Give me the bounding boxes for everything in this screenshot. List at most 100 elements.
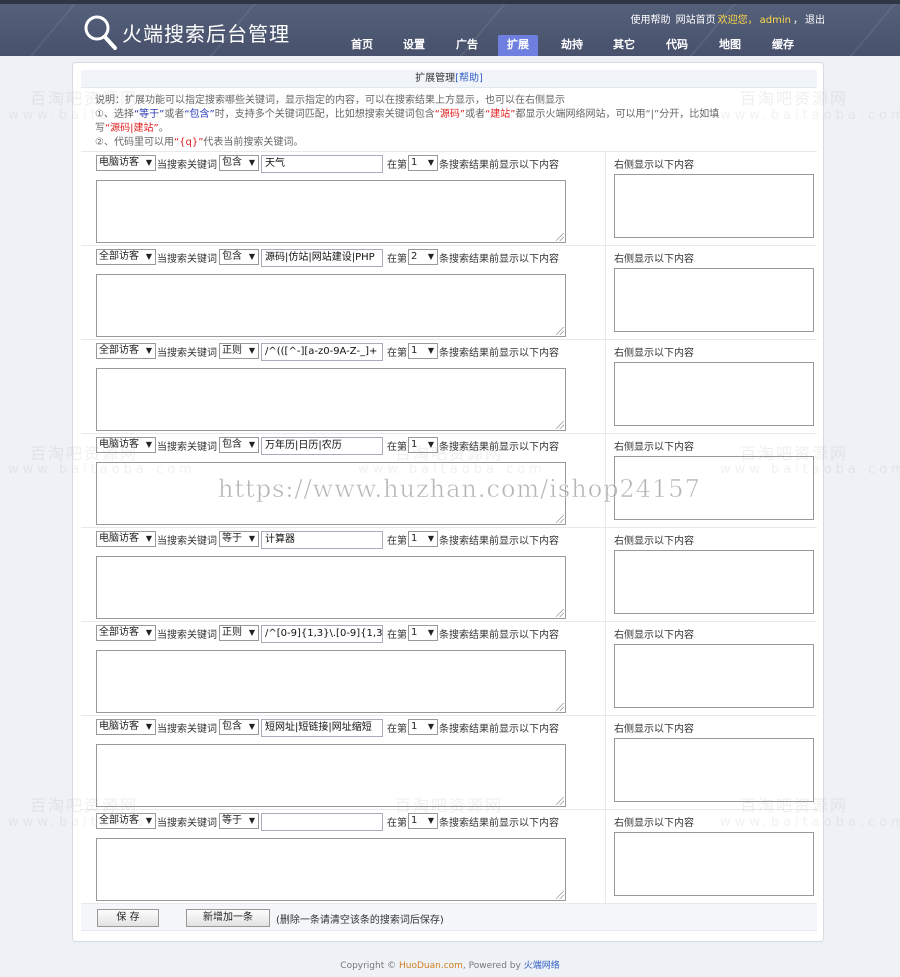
top-content-textarea[interactable] [96, 274, 566, 337]
save-button[interactable]: 保 存 [97, 909, 159, 927]
top-content-textarea[interactable] [96, 462, 566, 525]
visitor-select[interactable]: 全部访客 ▼ [96, 625, 156, 641]
desc-text: ②、代码里可以用 [95, 137, 174, 148]
dropdown-arrow-icon: ▼ [145, 346, 152, 355]
nav-cache[interactable]: 缓存 [763, 35, 803, 56]
header-decoration [1, 4, 81, 56]
visitor-select[interactable]: 电脑访客 ▼ [96, 155, 156, 171]
position-value: 1 [411, 533, 418, 544]
site-link[interactable]: HuoDuan.com [399, 961, 463, 971]
right-content-textarea[interactable] [614, 174, 814, 238]
visitor-select[interactable]: 全部访客 ▼ [96, 249, 156, 265]
nav-other[interactable]: 其它 [604, 35, 644, 56]
match-type-select[interactable]: 等于 ▼ [219, 531, 259, 547]
separator-text: ， [793, 15, 803, 26]
visitor-select[interactable]: 全部访客 ▼ [96, 343, 156, 359]
match-type-select[interactable]: 正则 ▼ [219, 625, 259, 641]
match-type-select[interactable]: 正则 ▼ [219, 343, 259, 359]
add-rule-button[interactable]: 新增加一条 [186, 909, 270, 927]
top-content-textarea[interactable] [96, 744, 566, 807]
dropdown-arrow-icon: ▼ [248, 722, 255, 731]
nav-sitemap[interactable]: 地图 [710, 35, 750, 56]
position-select[interactable]: 1 ▼ [408, 437, 438, 453]
keyword-input[interactable]: 短网址|短链接|网址缩短 [261, 719, 383, 737]
keyword-input[interactable]: 源码|仿站|网站建设|PHP [261, 249, 383, 267]
resize-grip-icon[interactable] [556, 515, 564, 523]
panel-help-link[interactable]: [帮助] [455, 73, 483, 84]
top-content-textarea[interactable] [96, 838, 566, 901]
desc-text: 代表当前搜索关键词。 [203, 137, 304, 148]
position-label: 在第 [387, 818, 407, 829]
top-content-textarea[interactable] [96, 556, 566, 619]
show-before-label: 条搜索结果前显示以下内容 [439, 254, 559, 265]
keyword-input[interactable]: 天气 [261, 155, 383, 173]
username-link[interactable]: admin [760, 15, 791, 26]
match-type-select[interactable]: 包含 ▼ [219, 249, 259, 265]
nav-home[interactable]: 首页 [342, 35, 382, 56]
nav-extensions[interactable]: 扩展 [498, 35, 538, 56]
match-type-value: 包含 [222, 439, 242, 450]
keyword-input[interactable]: /^(([^-][a-z0-9A-Z-_]+ [261, 343, 383, 361]
right-content-textarea[interactable] [614, 832, 814, 896]
when-search-label: 当搜索关键词 [157, 724, 217, 735]
match-type-select[interactable]: 包含 ▼ [219, 719, 259, 735]
match-type-select[interactable]: 包含 ▼ [219, 155, 259, 171]
visitor-select[interactable]: 电脑访客 ▼ [96, 531, 156, 547]
rule-row: 电脑访客 ▼ 当搜索关键词 包含 ▼ 万年历|日历|农历 在第 1 ▼ 条搜索结果前显示以下内容右… [81, 433, 817, 528]
nav-hijack[interactable]: 劫持 [552, 35, 592, 56]
match-type-value: 包含 [222, 157, 242, 168]
when-search-label: 当搜索关键词 [157, 254, 217, 265]
right-content-textarea[interactable] [614, 456, 814, 520]
keyword-input[interactable]: /^[0-9]{1,3}\.[0-9]{1,3}\ [261, 625, 383, 643]
when-search-label: 当搜索关键词 [157, 818, 217, 829]
site-home-link[interactable]: 网站首页 [676, 15, 716, 26]
nav-ads[interactable]: 广告 [447, 35, 487, 56]
right-content-textarea[interactable] [614, 550, 814, 614]
keyword-input[interactable] [261, 813, 383, 831]
position-select[interactable]: 1 ▼ [408, 343, 438, 359]
position-select[interactable]: 1 ▼ [408, 625, 438, 641]
header-bar: 火端搜索后台管理 使用帮助 网站首页 欢迎您， admin，退出 首页 设置 广告 … [0, 0, 900, 56]
match-type-select[interactable]: 包含 ▼ [219, 437, 259, 453]
dropdown-arrow-icon: ▼ [427, 252, 434, 261]
match-type-select[interactable]: 等于 ▼ [219, 813, 259, 829]
description: 说明：扩展功能可以指定搜索哪些关键词，显示指定的内容，可以在搜索结果上方显示，也… [95, 94, 795, 150]
keyword-input[interactable]: 计算器 [261, 531, 383, 549]
top-content-textarea[interactable] [96, 180, 566, 243]
visitor-select[interactable]: 电脑访客 ▼ [96, 719, 156, 735]
keyword-input[interactable]: 万年历|日历|农历 [261, 437, 383, 455]
resize-grip-icon[interactable] [556, 891, 564, 899]
when-search-label: 当搜索关键词 [157, 442, 217, 453]
visitor-select[interactable]: 全部访客 ▼ [96, 813, 156, 829]
position-select[interactable]: 2 ▼ [408, 249, 438, 265]
visitor-select[interactable]: 电脑访客 ▼ [96, 437, 156, 453]
right-content-textarea[interactable] [614, 644, 814, 708]
resize-grip-icon[interactable] [556, 703, 564, 711]
nav-code[interactable]: 代码 [657, 35, 697, 56]
nav-settings[interactable]: 设置 [394, 35, 434, 56]
help-link[interactable]: 使用帮助 [630, 15, 670, 26]
position-label: 在第 [387, 536, 407, 547]
position-select[interactable]: 1 ▼ [408, 719, 438, 735]
top-content-textarea[interactable] [96, 650, 566, 713]
logout-link[interactable]: 退出 [805, 15, 825, 26]
dropdown-arrow-icon: ▼ [248, 346, 255, 355]
desc-text: 写 [95, 123, 105, 134]
dropdown-arrow-icon: ▼ [145, 722, 152, 731]
right-content-textarea[interactable] [614, 268, 814, 332]
top-content-textarea[interactable] [96, 368, 566, 431]
resize-grip-icon[interactable] [556, 797, 564, 805]
resize-grip-icon[interactable] [556, 327, 564, 335]
brand-link[interactable]: 火端网络 [524, 961, 560, 971]
position-select[interactable]: 1 ▼ [408, 813, 438, 829]
position-select[interactable]: 1 ▼ [408, 531, 438, 547]
resize-grip-icon[interactable] [556, 609, 564, 617]
right-content-textarea[interactable] [614, 738, 814, 802]
position-select[interactable]: 1 ▼ [408, 155, 438, 171]
resize-grip-icon[interactable] [556, 233, 564, 241]
right-content-textarea[interactable] [614, 362, 814, 426]
delete-hint: (删除一条请清空该条的搜索词后保存) [276, 915, 444, 926]
position-label: 在第 [387, 442, 407, 453]
resize-grip-icon[interactable] [556, 421, 564, 429]
match-type-value: 正则 [222, 345, 242, 356]
